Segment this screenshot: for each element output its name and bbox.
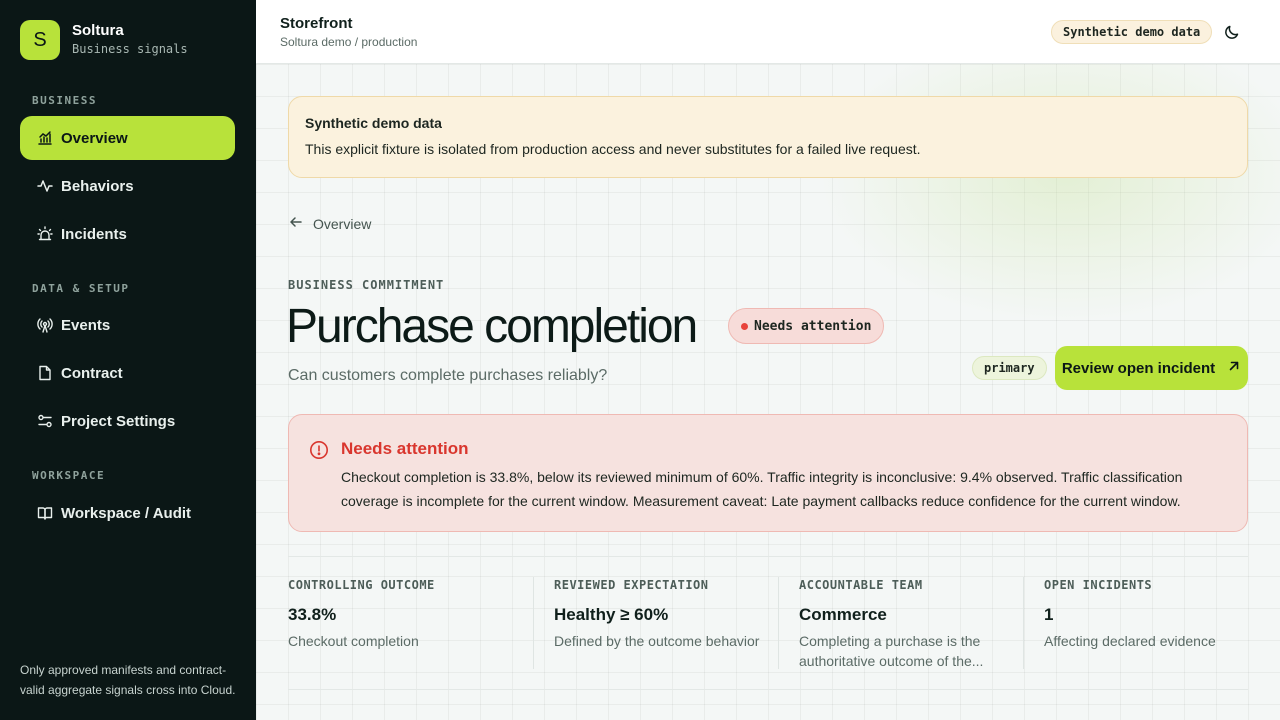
- commitment-eyebrow: BUSINESS COMMITMENT: [288, 278, 445, 292]
- stat-value: Commerce: [799, 605, 887, 624]
- stat-value: 1: [1044, 605, 1054, 624]
- stat-desc: Checkout completion: [288, 633, 419, 649]
- moon-icon: [1222, 25, 1242, 46]
- stat-reviewed-expectation: REVIEWED EXPECTATION Healthy ≥ 60% Defin…: [533, 577, 778, 669]
- back-to-overview-link[interactable]: Overview: [288, 214, 371, 233]
- stat-label: OPEN INCIDENTS: [1044, 578, 1153, 592]
- stat-label: REVIEWED EXPECTATION: [554, 578, 709, 592]
- theme-toggle-button[interactable]: [1222, 22, 1242, 42]
- brand-subtitle: Business signals: [72, 42, 188, 56]
- sidebar-item-label: Contract: [61, 364, 123, 382]
- alert-title: Needs attention: [341, 439, 469, 458]
- sidebar-item-project-settings[interactable]: Project Settings: [20, 399, 235, 443]
- page-title: Purchase completion: [286, 300, 698, 353]
- header-breadcrumb: Soltura demo / production: [280, 35, 418, 49]
- sidebar-item-label: Overview: [61, 129, 128, 147]
- review-button-label: Review open incident: [1061, 359, 1216, 377]
- sidebar-item-contract[interactable]: Contract: [20, 351, 235, 395]
- back-link-label: Overview: [313, 215, 372, 232]
- nav-heading-workspace: WORKSPACE: [32, 469, 106, 482]
- brand-logo: S: [20, 20, 60, 60]
- sidebar-item-events[interactable]: Events: [20, 303, 235, 347]
- stat-open-incidents: OPEN INCIDENTS 1 Affecting declared evid…: [1023, 577, 1248, 669]
- needs-attention-alert: Needs attention Checkout completion is 3…: [288, 414, 1248, 532]
- brand-text: Soltura Business signals: [72, 22, 188, 58]
- commitment-stats: CONTROLLING OUTCOME 33.8% Checkout compl…: [288, 556, 1248, 690]
- bar-chart-icon: [37, 130, 53, 146]
- stat-label: CONTROLLING OUTCOME: [288, 578, 435, 592]
- sidebar-item-label: Incidents: [61, 225, 127, 243]
- status-badge-label: Needs attention: [754, 318, 872, 334]
- sidebar-item-label: Project Settings: [61, 412, 176, 430]
- sidebar-item-behaviors[interactable]: Behaviors: [20, 164, 235, 208]
- notice-title: Synthetic demo data: [305, 115, 442, 131]
- stat-desc: Defined by the outcome behavior: [554, 633, 760, 649]
- brand-name: Soltura: [72, 22, 124, 39]
- notice-text: This explicit fixture is isolated from p…: [305, 141, 921, 157]
- stat-value: Healthy ≥ 60%: [554, 605, 669, 624]
- stat-value: 33.8%: [288, 605, 337, 624]
- stat-desc: Affecting declared evidence: [1044, 633, 1216, 649]
- sidebar-item-incidents[interactable]: Incidents: [20, 212, 235, 256]
- status-badge: Needs attention: [728, 308, 885, 344]
- stat-label: ACCOUNTABLE TEAM: [799, 578, 923, 592]
- nav-heading-business: BUSINESS: [32, 94, 97, 107]
- stat-desc: Completing a purchase is the authoritati…: [799, 633, 984, 669]
- sidebar-item-label: Behaviors: [61, 177, 134, 195]
- alert-circle-icon: [309, 440, 329, 460]
- activity-icon: [37, 178, 53, 194]
- siren-icon: [37, 226, 53, 242]
- status-dot: [741, 322, 748, 330]
- radio-tower-icon: [37, 317, 53, 333]
- sidebar-footer-note: Only approved manifests and contract-val…: [20, 663, 236, 697]
- sidebar-item-overview[interactable]: Overview: [20, 116, 235, 160]
- nav-heading-data-setup: DATA & SETUP: [32, 282, 130, 295]
- file-icon: [37, 365, 53, 381]
- top-header: Storefront Soltura demo / production Syn…: [256, 0, 1280, 64]
- sliders-icon: [37, 413, 53, 429]
- sidebar-item-workspace-audit[interactable]: Workspace / Audit: [20, 491, 235, 535]
- sidebar-item-label: Workspace / Audit: [61, 504, 192, 522]
- brand[interactable]: S Soltura Business signals: [20, 20, 188, 60]
- synthetic-data-notice: Synthetic demo data This explicit fixtur…: [288, 96, 1248, 178]
- synthetic-data-badge: Synthetic demo data: [1051, 20, 1213, 44]
- sidebar: S Soltura Business signals BUSINESS Over…: [0, 0, 256, 720]
- primary-tag: primary: [972, 356, 1047, 380]
- arrow-left-icon: [288, 214, 313, 233]
- alert-text: Checkout completion is 33.8%, below its …: [341, 469, 1183, 509]
- page-subtitle: Can customers complete purchases reliabl…: [288, 367, 608, 384]
- stat-controlling-outcome: CONTROLLING OUTCOME 33.8% Checkout compl…: [288, 577, 534, 669]
- sidebar-item-label: Events: [61, 316, 111, 334]
- review-open-incident-button[interactable]: Review open incident: [1055, 346, 1248, 390]
- main-content: Synthetic demo data This explicit fixtur…: [256, 64, 1280, 720]
- stat-accountable-team: ACCOUNTABLE TEAM Commerce Completing a p…: [778, 577, 1023, 669]
- book-open-icon: [37, 505, 53, 521]
- arrow-up-right-icon: [1215, 359, 1241, 377]
- header-title: Storefront: [280, 15, 353, 32]
